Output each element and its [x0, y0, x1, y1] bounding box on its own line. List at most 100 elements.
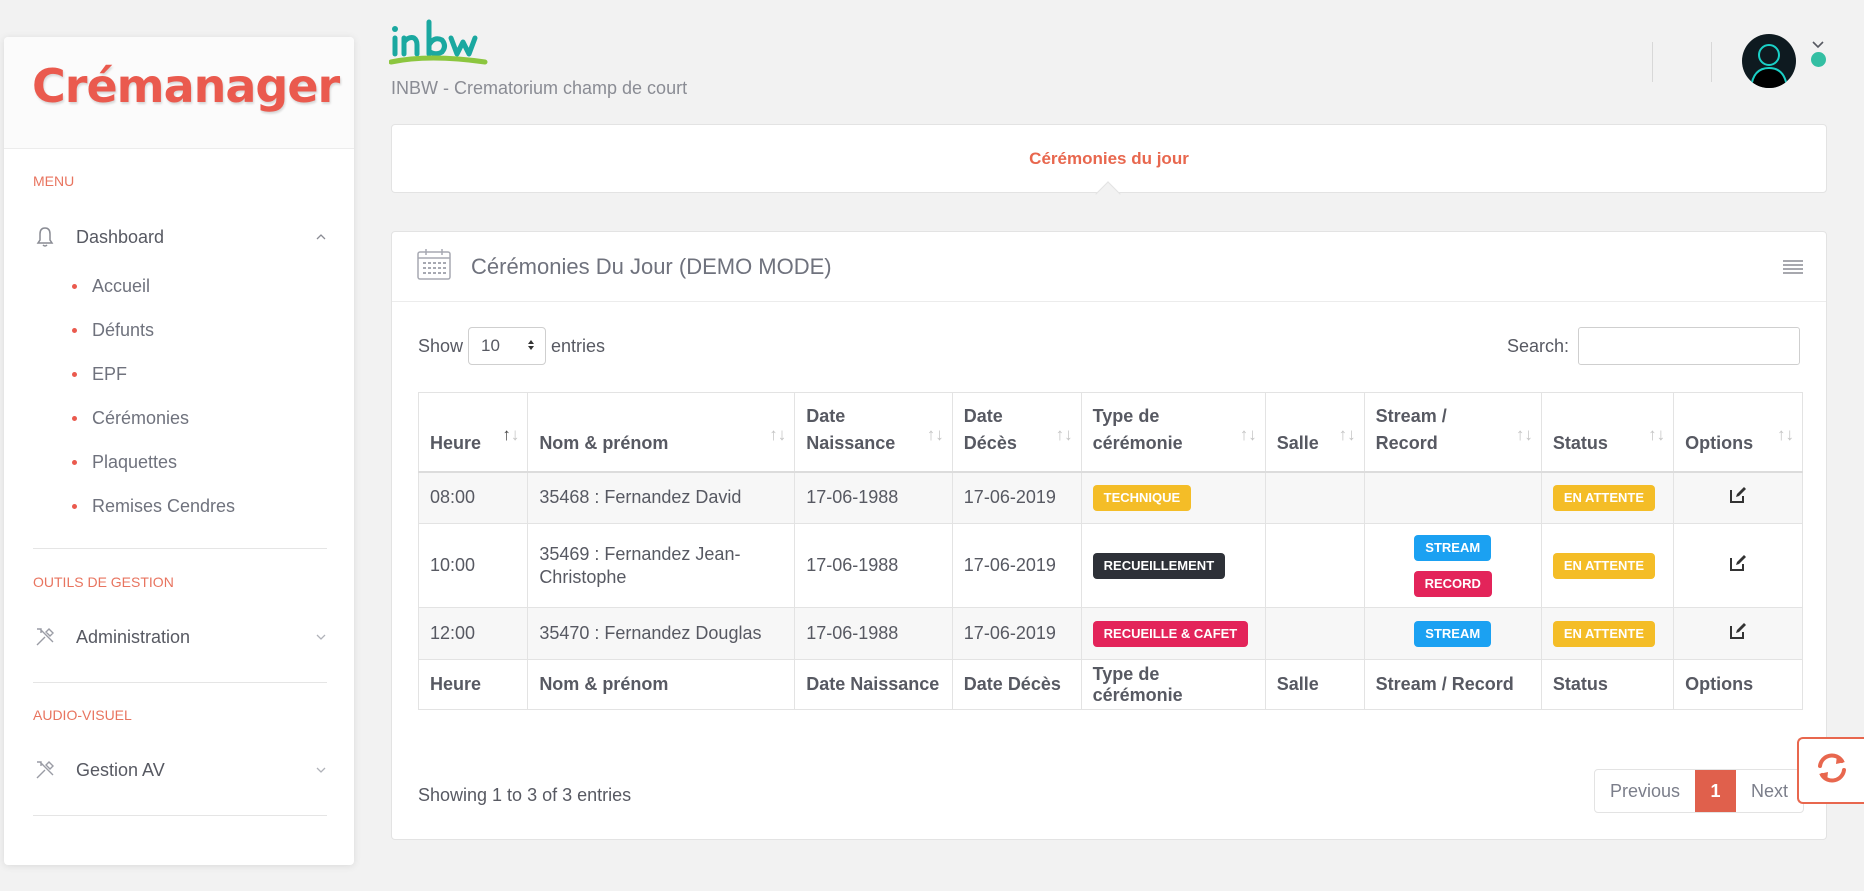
select-arrows-icon: [527, 336, 535, 356]
cell-salle: [1264, 607, 1365, 660]
page-length-control: Show 10 entries: [418, 327, 605, 365]
page-length-value: 10: [481, 336, 500, 355]
sidebar-subitem-defunts[interactable]: Défunts: [72, 316, 154, 344]
cell-nom: 35470 : Fernandez Douglas: [527, 607, 796, 660]
footer-column-label: Salle: [1264, 659, 1365, 710]
sidebar-item-label: Gestion AV: [76, 759, 165, 780]
table-footer-row: Heure Nom & prénom Date Naissance Date Décè…: [417, 659, 1803, 710]
sidebar: Crémanager MENU Dashboard Accueil Défunt…: [4, 37, 354, 865]
column-header[interactable]: Salle ↑↓: [1264, 392, 1365, 473]
menu-lines-icon[interactable]: [1782, 258, 1804, 281]
sidebar-item-gestion-av[interactable]: Gestion AV: [33, 755, 329, 785]
brand-header: Crémanager: [4, 37, 354, 149]
status-badge: EN ATTENTE: [1552, 620, 1655, 647]
cell-status: EN ATTENTE: [1540, 523, 1675, 608]
page-1-button[interactable]: 1: [1694, 770, 1736, 812]
cell-nom: 35468 : Fernandez David: [527, 471, 796, 524]
column-header-label: Date: [806, 405, 846, 426]
column-header-label: Nom & prénom: [539, 432, 669, 453]
sidebar-subitem-plaquettes[interactable]: Plaquettes: [72, 448, 177, 476]
type-badge: RECUEILLEMENT: [1092, 552, 1226, 579]
inbw-logo[interactable]: [388, 18, 493, 77]
sort-arrows-icon: ↑↓: [1648, 425, 1666, 444]
previous-button[interactable]: Previous: [1595, 770, 1695, 812]
column-header-label: Status: [1552, 432, 1608, 453]
column-header[interactable]: Options ↑↓: [1673, 392, 1803, 473]
cell-deces: 17-06-2019: [951, 523, 1082, 608]
sidebar-subitem-accueil[interactable]: Accueil: [72, 272, 150, 300]
bullet-icon: [72, 503, 77, 509]
bullet-icon: [72, 459, 77, 465]
sort-arrows-icon: ↑↓: [1515, 425, 1533, 444]
bullet-icon: [72, 327, 77, 333]
online-status-dot: [1811, 52, 1826, 67]
tools-icon: [33, 625, 57, 649]
divider: [33, 815, 327, 816]
cell-salle: [1264, 471, 1365, 524]
pagination: Previous 1 Next: [1593, 769, 1804, 813]
column-header[interactable]: Type de cérémonie ↑↓: [1080, 392, 1266, 473]
search-label: Search:: [1506, 335, 1569, 356]
sidebar-subitem-epf[interactable]: EPF: [72, 360, 127, 388]
stream-badge: STREAM: [1414, 620, 1492, 647]
sidebar-subitem-remises-cendres[interactable]: Remises Cendres: [72, 492, 235, 520]
column-header-label: Décès: [963, 432, 1017, 453]
footer-column-label: Stream / Record: [1363, 659, 1542, 710]
cell-deces: 17-06-2019: [951, 471, 1082, 524]
sort-arrows-icon: ↑↓: [1777, 425, 1794, 444]
brand-logo[interactable]: Crémanager: [32, 59, 340, 113]
search-input[interactable]: [1578, 327, 1800, 365]
footer-column-label: Status: [1540, 659, 1675, 710]
column-header[interactable]: Heure ↑↓: [417, 392, 529, 473]
column-header[interactable]: Status ↑↓: [1540, 392, 1675, 473]
bullet-icon: [72, 415, 77, 421]
refresh-button[interactable]: [1797, 737, 1864, 804]
portlet-title: Cérémonies Du Jour (DEMO MODE): [471, 253, 832, 279]
column-header-label: Type de: [1092, 405, 1160, 426]
table-info: Showing 1 to 3 of 3 entries: [418, 785, 632, 805]
edit-icon[interactable]: [1729, 486, 1747, 509]
column-header-label: Options: [1685, 432, 1754, 453]
bell-icon: [33, 225, 57, 249]
cell-options: [1673, 523, 1803, 608]
bullet-icon: [72, 283, 77, 289]
column-header[interactable]: Stream / Record ↑↓: [1363, 392, 1542, 473]
table-header-row: Heure ↑↓ Nom & prénom ↑↓ Date Naissance ↑↓ Date…: [417, 392, 1803, 473]
user-avatar[interactable]: [1742, 34, 1796, 88]
cell-naissance: 17-06-1988: [794, 471, 953, 524]
refresh-icon: [1815, 751, 1849, 790]
cell-nom: 35469 : Fernandez Jean-Christophe: [527, 523, 796, 608]
sidebar-item-administration[interactable]: Administration: [33, 622, 329, 652]
sidebar-subitem-ceremonies[interactable]: Cérémonies: [72, 404, 189, 432]
sidebar-item-dashboard[interactable]: Dashboard: [33, 222, 329, 252]
edit-icon[interactable]: [1729, 622, 1747, 645]
stream-badge: STREAM: [1414, 534, 1492, 561]
chevron-down-icon: [313, 767, 329, 773]
footer-column-label: Options: [1673, 659, 1803, 710]
ceremonies-table: Heure ↑↓ Nom & prénom ↑↓ Date Naissance ↑↓ Date…: [417, 392, 1803, 710]
footer-column-label: Date Décès: [951, 659, 1082, 710]
column-header[interactable]: Date Décès ↑↓: [951, 392, 1082, 473]
tab-ceremonies-du-jour[interactable]: Cérémonies du jour: [392, 149, 1826, 169]
badge-wrap: RECORD: [1376, 561, 1530, 597]
portlet-header: Cérémonies Du Jour (DEMO MODE): [392, 232, 1826, 302]
column-header-label: Date: [963, 405, 1003, 426]
page-length-select[interactable]: 10: [468, 327, 547, 365]
cell-heure: 08:00: [417, 471, 529, 524]
badge-wrap: STREAM: [1376, 620, 1530, 647]
type-badge: TECHNIQUE: [1092, 484, 1192, 511]
footer-column-label: Type de cérémonie: [1080, 659, 1266, 710]
cell-type: RECUEILLE & CAFET: [1080, 607, 1266, 660]
av-section-title: AUDIO-VISUEL: [33, 707, 132, 723]
column-header[interactable]: Date Naissance ↑↓: [794, 392, 953, 473]
edit-icon[interactable]: [1729, 554, 1747, 577]
sort-arrows-icon: ↑↓: [502, 425, 520, 444]
column-header[interactable]: Nom & prénom ↑↓: [527, 392, 796, 473]
calendar-icon: [417, 248, 451, 285]
sidebar-subitem-label: Défunts: [92, 319, 155, 340]
badge-wrap: STREAM: [1376, 534, 1530, 561]
next-button[interactable]: Next: [1736, 770, 1803, 812]
cell-stream: STREAM: [1363, 607, 1542, 660]
cell-deces: 17-06-2019: [951, 607, 1082, 660]
column-header-label: Stream / Record: [1375, 405, 1447, 453]
